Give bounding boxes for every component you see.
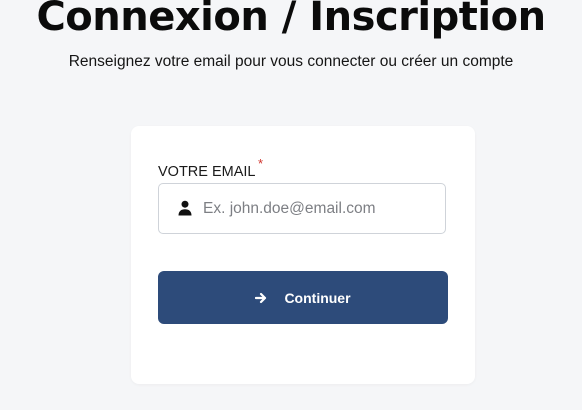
user-icon (178, 200, 192, 216)
required-indicator: * (258, 156, 264, 171)
continue-button[interactable]: Continuer (158, 271, 448, 324)
arrow-right-icon (255, 292, 267, 303)
email-input[interactable] (203, 184, 438, 233)
email-field-container (158, 183, 446, 234)
email-label: VOTRE EMAIL (158, 164, 256, 180)
login-card: VOTRE EMAIL * Continuer (131, 126, 475, 384)
page-subtitle: Renseignez votre email pour vous connect… (68, 53, 514, 70)
page-title: Connexion / Inscription (36, 0, 546, 40)
continue-button-label: Continuer (284, 289, 351, 306)
